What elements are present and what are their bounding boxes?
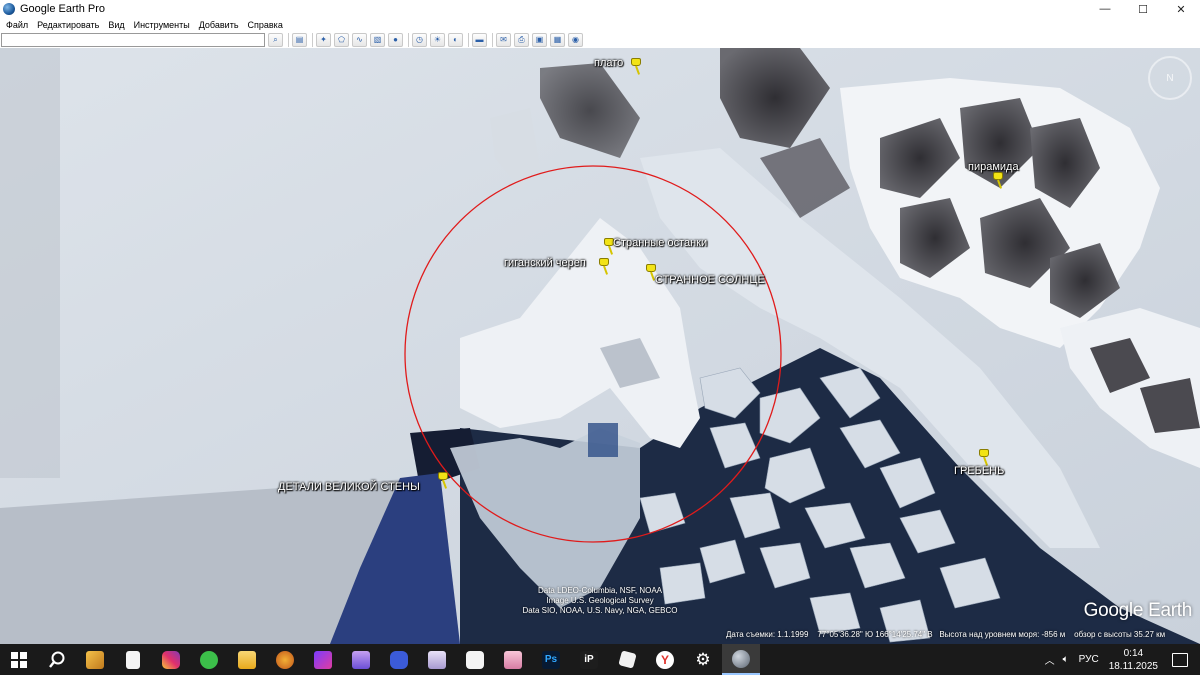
placemark-pin-icon[interactable] [629,58,643,76]
attribution-line: Data LDEO-Columbia, NSF, NOAA [537,586,663,595]
imagery-date: Дата съемки: 1.1.1999 [726,630,809,639]
placemark-label-plato[interactable]: плато [594,57,623,69]
sidebar-icon[interactable]: ▤ [292,32,307,47]
image-overlay-icon[interactable]: ▧ [370,32,385,47]
photoshop-icon[interactable]: Ps [532,644,570,675]
windows-taskbar: Ps iP Y ⚙ ︿ 🔈︎ РУС 0:14 18.11.2025 [0,644,1200,675]
view-in-maps-icon[interactable]: ▦ [550,32,565,47]
start-icon[interactable] [0,644,38,675]
toolbar-separator [288,32,289,47]
search-icon[interactable]: ⌕ [268,32,283,47]
email-icon[interactable]: ✉ [496,32,511,47]
menu-tools[interactable]: Инструменты [134,20,190,30]
minimize-button[interactable]: — [1086,0,1124,18]
clock[interactable]: 0:14 18.11.2025 [1109,647,1158,673]
folder-icon[interactable] [228,644,266,675]
toolbar-separator [312,32,313,47]
placemark-pin-icon[interactable] [436,472,450,490]
eye-altitude: обзор с высоты 35.27 км [1074,630,1166,639]
status-bar: Дата съемки: 1.1.1999 77°05'36.28" Ю 166… [726,630,1165,639]
settings-icon[interactable]: ⚙ [684,644,722,675]
placemark-icon[interactable]: ✦ [316,32,331,47]
attribution-line: Image U.S. Geological Survey [546,596,654,605]
map-view[interactable]: N плато пирамида Странные останки гиганс… [0,48,1200,644]
toolbar-separator [408,32,409,47]
elevation: Высота над уровнем моря: -856 м [939,630,1066,639]
ip-icon[interactable]: iP [570,644,608,675]
placemark-pin-icon[interactable] [991,172,1005,190]
clock-date: 18.11.2025 [1108,660,1158,672]
search-icon[interactable] [38,644,76,675]
window-title: Google Earth Pro [20,3,105,15]
attribution-line: Data SIO, NOAA, U.S. Navy, NGA, GEBCO [522,606,678,615]
placemark-label-strannye-ostanki[interactable]: Странные останки [613,237,707,249]
planets-icon[interactable]: ◐ [448,32,463,47]
cleaner-icon[interactable] [76,644,114,675]
tour-icon[interactable]: ● [388,32,403,47]
roblox-icon[interactable] [608,644,646,675]
instagram-icon[interactable] [152,644,190,675]
coordinates: 77°05'36.28" Ю 166°14'25.74" В [817,630,933,639]
clock-time: 0:14 [1123,647,1144,659]
menu-help[interactable]: Справка [248,20,283,30]
maximize-button[interactable]: ☐ [1124,0,1162,18]
notification-icon[interactable] [1172,652,1188,667]
earth-gallery-icon[interactable]: ◉ [568,32,583,47]
menu-bar: Файл Редактировать Вид Инструменты Добав… [0,18,1200,31]
placemark-label-greben[interactable]: ГРЕБЕНЬ [954,465,1004,477]
avatar-icon[interactable] [494,644,532,675]
anime-icon[interactable] [342,644,380,675]
sunlight-icon[interactable]: ☀ [430,32,445,47]
google-earth-icon[interactable] [722,644,760,675]
volume-icon[interactable]: 🔈︎ [1063,654,1069,665]
system-tray: ︿ 🔈︎ РУС 0:14 18.11.2025 [1045,644,1200,675]
imagery-attribution: Data LDEO-Columbia, NSF, NOAA Image U.S.… [520,586,680,616]
app-icon[interactable] [304,644,342,675]
print-icon[interactable]: ⎙ [514,32,529,47]
yandex-icon[interactable]: Y [646,644,684,675]
toolbar-separator [492,32,493,47]
close-button[interactable]: ✕ [1162,0,1200,18]
menu-add[interactable]: Добавить [199,20,239,30]
toolbar: ⌕ ▤ ✦ ⬠ ∿ ▧ ● ◷ ☀ ◐ ▬ ✉ ⎙ ▣ ▦ ◉ [0,31,1200,48]
chat-icon[interactable] [190,644,228,675]
polygon-icon[interactable]: ⬠ [334,32,349,47]
capcut-icon[interactable] [456,644,494,675]
chevron-up-icon[interactable]: ︿ [1045,652,1055,667]
browser-icon[interactable] [266,644,304,675]
toolbar-separator [468,32,469,47]
search-input[interactable] [1,32,265,47]
title-bar: Google Earth Pro — ☐ ✕ [0,0,1200,18]
file-icon[interactable] [114,644,152,675]
navigation-compass[interactable]: N [1148,56,1192,100]
placemark-pin-icon[interactable] [597,258,611,276]
google-earth-app-icon [3,3,15,15]
historical-imagery-icon[interactable]: ◷ [412,32,427,47]
menu-edit[interactable]: Редактировать [37,20,99,30]
placemark-label-piramida[interactable]: пирамида [968,161,1019,173]
path-icon[interactable]: ∿ [352,32,367,47]
shield-icon[interactable] [380,644,418,675]
placemark-label-detali-velikoy-steny[interactable]: ДЕТАЛИ ВЕЛИКОЙ СТЕНЫ [278,481,420,493]
ruler-icon[interactable]: ▬ [472,32,487,47]
satellite-imagery [0,48,1200,644]
menu-file[interactable]: Файл [6,20,28,30]
save-image-icon[interactable]: ▣ [532,32,547,47]
cat-icon[interactable] [418,644,456,675]
menu-view[interactable]: Вид [108,20,124,30]
window-controls: — ☐ ✕ [1086,0,1200,18]
placemark-label-gigantskiy-cherep[interactable]: гиганский череп [504,257,586,269]
google-earth-logo: Google Earth [1083,600,1193,621]
placemark-label-strannoe-solntse[interactable]: СТРАННОЕ СОЛНЦЕ [655,274,765,286]
language-indicator[interactable]: РУС [1079,654,1099,665]
